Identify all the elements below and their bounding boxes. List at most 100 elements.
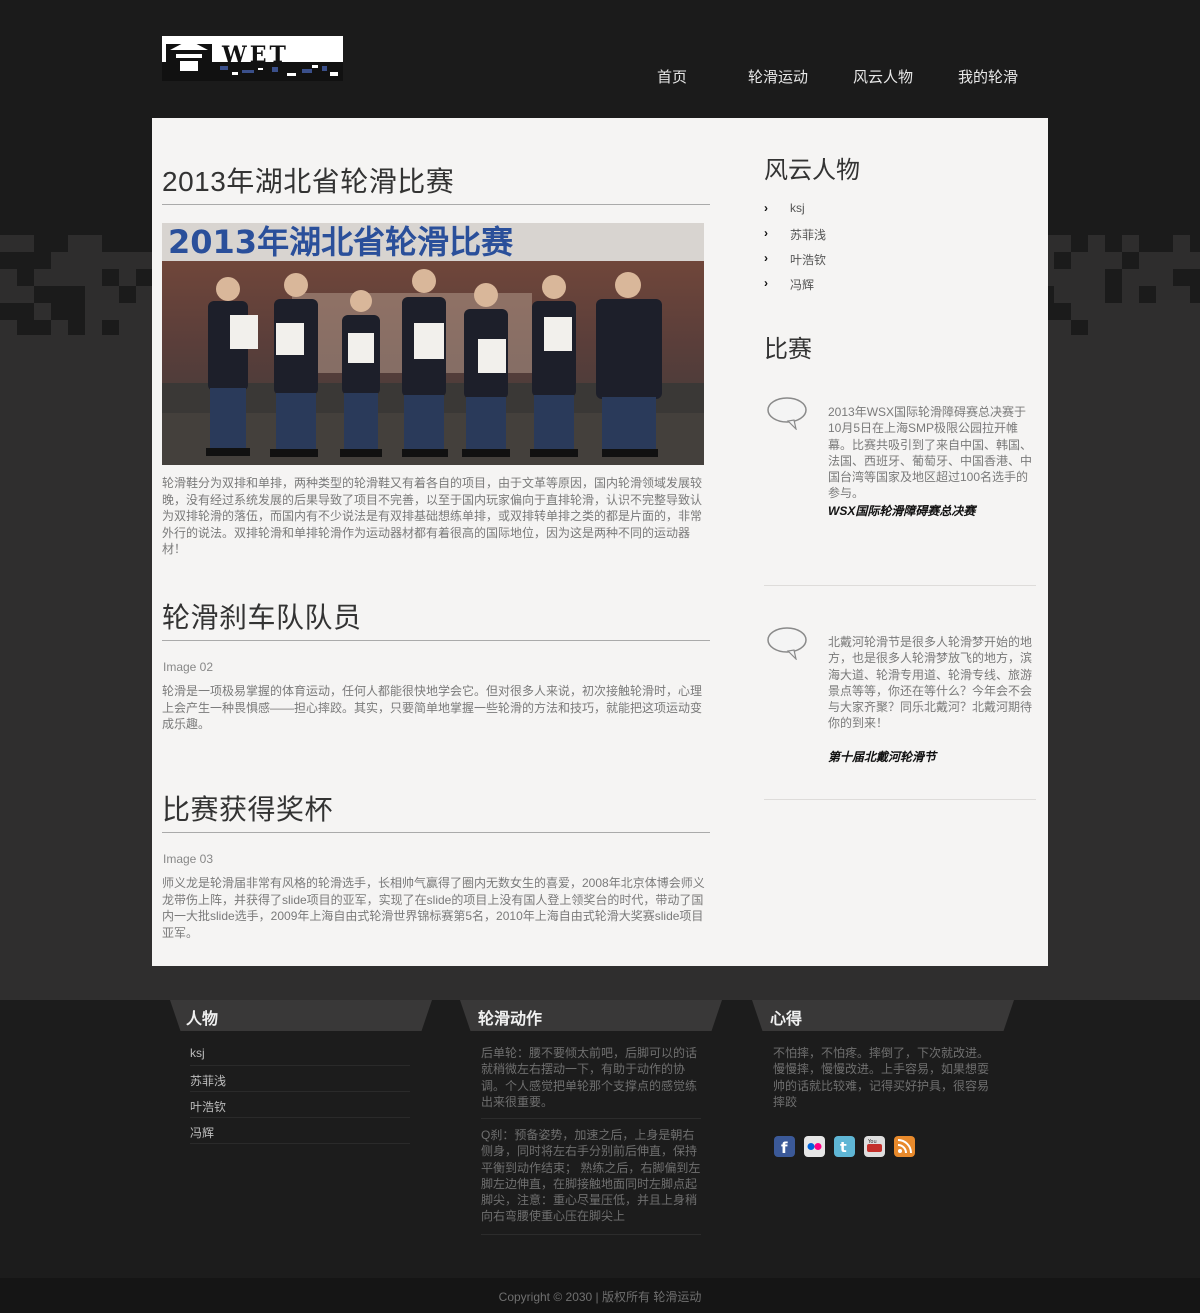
chevron-right-icon: › xyxy=(764,276,768,290)
pixel-block xyxy=(68,320,85,335)
sidebar-people-title: 风云人物 xyxy=(764,157,860,184)
footer-moves-column: 轮滑动作 后单轮：腰不要倾太前吧，后脚可以的话就稍微左右摆动一下，有助于动作的协… xyxy=(460,1000,730,1260)
pixel-block xyxy=(1054,303,1071,320)
article-title[interactable]: 轮滑刹车队队员 xyxy=(162,596,710,641)
list-item[interactable]: 叶浩钦 xyxy=(190,1092,410,1118)
footer-tab: 人物 xyxy=(170,1000,432,1031)
speech-bubble-icon xyxy=(767,397,807,430)
footer-column-title: 轮滑动作 xyxy=(478,1011,543,1028)
pixel-block xyxy=(68,303,85,320)
flickr-icon[interactable] xyxy=(804,1136,825,1157)
speech-bubble-icon xyxy=(767,627,807,660)
list-item[interactable]: › 苏菲浅 xyxy=(764,226,1036,251)
pixel-block xyxy=(102,320,119,335)
pixel-block xyxy=(1190,235,1200,252)
pixel-block xyxy=(68,286,85,303)
sidebar-matches-title: 比赛 xyxy=(764,336,812,363)
footer-tab: 轮滑动作 xyxy=(460,1000,722,1031)
photo-banner-text: 2013年湖北省轮滑比赛 xyxy=(168,223,514,261)
pixel-block xyxy=(119,286,136,303)
pixel-block xyxy=(136,235,153,252)
footer-move-text: 后单轮：腰不要倾太前吧，后脚可以的话就稍微左右摆动一下，有助于动作的协调。个人感… xyxy=(481,1046,698,1109)
pixel-block xyxy=(0,252,17,269)
article-title[interactable]: 2013年湖北省轮滑比赛 xyxy=(162,160,710,205)
nav-item-people[interactable]: 风云人物 xyxy=(853,66,913,87)
footer-people-column: 人物 ksj 苏菲浅 叶浩钦 冯辉 xyxy=(170,1000,440,1260)
social-links: f t You xyxy=(774,1136,915,1157)
image-alt-text: Image 02 xyxy=(163,660,214,674)
chevron-right-icon: › xyxy=(764,201,768,215)
pixel-block xyxy=(17,269,34,286)
pixel-block xyxy=(102,235,119,252)
match-title[interactable]: WSX国际轮滑障碍赛总决赛 xyxy=(828,502,975,519)
pixel-block xyxy=(51,235,68,252)
pixel-block xyxy=(34,286,51,303)
copyright: Copyright © 2030 | 版权所有 轮滑运动 xyxy=(0,1278,1200,1313)
pixel-block xyxy=(136,269,153,286)
pixel-block xyxy=(1190,286,1200,303)
logo-text: WET xyxy=(221,42,289,68)
image-alt-text: Image 03 xyxy=(163,852,214,866)
people-list: › ksj › 苏菲浅 › 叶浩钦 › 冯辉 xyxy=(764,201,1036,301)
pixel-block xyxy=(1190,269,1200,286)
facebook-icon[interactable]: f xyxy=(774,1136,795,1157)
pixel-block xyxy=(1173,269,1190,286)
divider xyxy=(481,1118,701,1119)
svg-text:You: You xyxy=(867,1139,877,1145)
pixel-block xyxy=(1105,286,1122,303)
article-title[interactable]: 比赛获得奖杯 xyxy=(162,788,710,833)
pixel-block xyxy=(34,252,51,269)
match-item: 北戴河轮滑节是很多人轮滑梦开始的地方，也是很多人轮滑梦放飞的地方，滨海大道、轮滑… xyxy=(764,626,1036,800)
list-item[interactable]: ksj xyxy=(190,1040,410,1066)
article: 轮滑刹车队队员 Image 02 轮滑是一项极易掌握的体育运动，任何人都能很快地… xyxy=(162,596,710,733)
pixel-block xyxy=(1105,235,1122,252)
svg-text:f: f xyxy=(781,1139,788,1157)
rss-icon[interactable] xyxy=(894,1136,915,1157)
article-image-placeholder: Image 02 xyxy=(162,659,710,675)
match-text: 2013年WSX国际轮滑障碍赛总决赛于10月5日在上海SMP极限公园拉开帷幕。比… xyxy=(828,405,1033,501)
nav-item-my-skating[interactable]: 我的轮滑 xyxy=(958,66,1018,87)
main-nav: 首页 轮滑运动 风云人物 我的轮滑 xyxy=(620,66,1050,90)
list-item[interactable]: › 冯辉 xyxy=(764,276,1036,301)
footer-thoughts-text: 不怕摔，不怕疼。摔倒了，下次就改进。慢慢摔，慢慢改进。上手容易，如果想耍帅的话就… xyxy=(773,1046,990,1109)
pixel-block xyxy=(51,303,68,320)
pixel-block xyxy=(1139,235,1156,252)
footer-move-text: Q刹：预备姿势，加速之后，上身是朝右侧身，同时将左右手分别前后伸直，保持平衡到动… xyxy=(481,1128,701,1224)
footer-tab: 心得 xyxy=(752,1000,1014,1031)
content-panel: 2013年湖北省轮滑比赛 2013年湖北省轮滑比赛 轮滑鞋分为双排和单排，两种类… xyxy=(152,118,1048,966)
pixel-block xyxy=(51,286,68,303)
pixel-block xyxy=(1156,235,1173,252)
pixel-block xyxy=(1054,252,1071,269)
pixel-block xyxy=(1071,235,1088,252)
footer-column-title: 心得 xyxy=(770,1011,803,1028)
sidebar: 风云人物 › ksj › 苏菲浅 › 叶浩钦 › 冯辉 比赛 2013年WSX国际轮滑障… xyxy=(764,150,1036,800)
chevron-right-icon: › xyxy=(764,226,768,240)
nav-item-skating[interactable]: 轮滑运动 xyxy=(748,66,808,87)
footer-column-title: 人物 xyxy=(186,1011,219,1028)
pixel-block xyxy=(1122,252,1139,269)
list-item[interactable]: 苏菲浅 xyxy=(190,1066,410,1092)
article: 比赛获得奖杯 Image 03 师义龙是轮滑届非常有风格的轮滑选手，长相帅气赢得… xyxy=(162,788,710,941)
pixel-block xyxy=(17,320,34,335)
pixel-block xyxy=(1139,286,1156,303)
divider xyxy=(481,1234,701,1235)
youtube-icon[interactable]: You xyxy=(864,1136,885,1157)
article-body: 轮滑是一项极易掌握的体育运动，任何人都能很快地学会它。但对很多人来说，初次接触轮… xyxy=(162,684,703,731)
pixel-block xyxy=(17,252,34,269)
footer-thoughts-column: 心得 不怕摔，不怕疼。摔倒了，下次就改进。慢慢摔，慢慢改进。上手容易，如果想耍帅… xyxy=(752,1000,1022,1260)
list-item[interactable]: › ksj xyxy=(764,201,1036,226)
pixel-block xyxy=(1071,320,1088,335)
pixel-block xyxy=(17,303,34,320)
pixel-block xyxy=(119,235,136,252)
footer-people-list: ksj 苏菲浅 叶浩钦 冯辉 xyxy=(190,1040,410,1144)
match-title[interactable]: 第十届北戴河轮滑节 xyxy=(828,748,936,765)
article-photo: 2013年湖北省轮滑比赛 xyxy=(162,223,704,465)
site-logo[interactable]: WET xyxy=(162,36,343,81)
pixel-block xyxy=(1105,269,1122,286)
list-item[interactable]: 冯辉 xyxy=(190,1118,410,1144)
match-text: 北戴河轮滑节是很多人轮滑梦开始的地方，也是很多人轮滑梦放飞的地方，滨海大道、轮滑… xyxy=(828,635,1033,731)
nav-item-home[interactable]: 首页 xyxy=(657,66,687,87)
pixel-block xyxy=(0,303,17,320)
list-item[interactable]: › 叶浩钦 xyxy=(764,251,1036,276)
twitter-icon[interactable]: t xyxy=(834,1136,855,1157)
